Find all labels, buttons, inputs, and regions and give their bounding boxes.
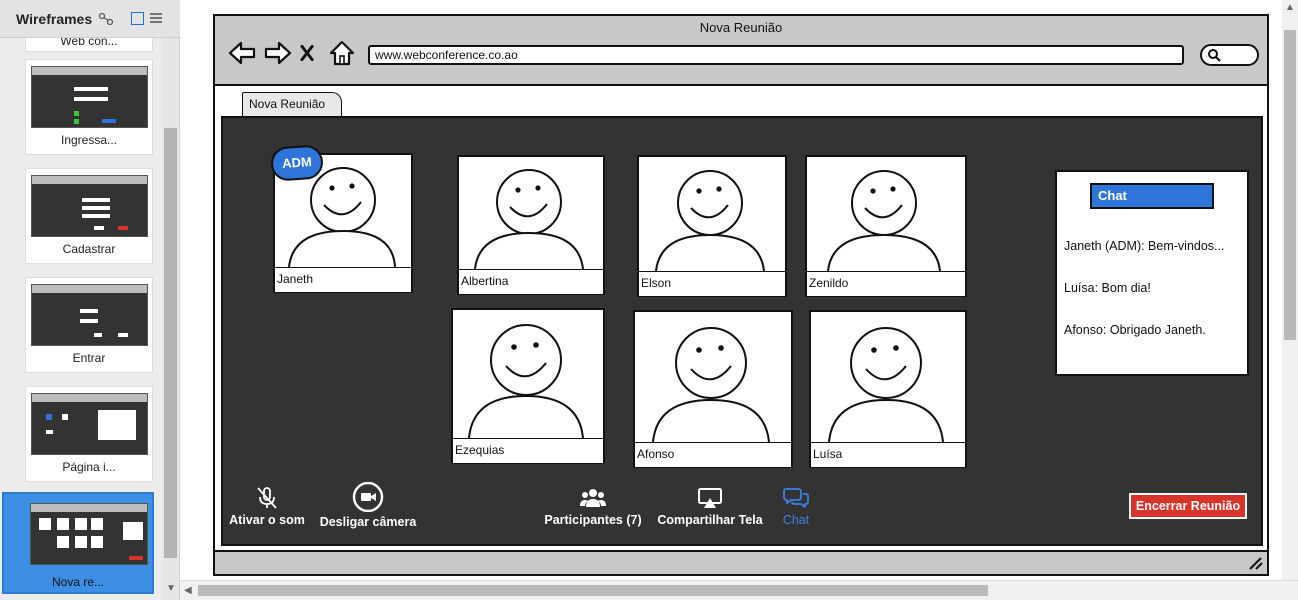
meeting-stage: Janeth ADM Albertina Elson Zenildo Ezequ…	[221, 116, 1263, 546]
chat-panel: Chat Janeth (ADM): Bem-vindos... Luísa: …	[1055, 170, 1249, 376]
browser-title: Nova Reunião	[699, 20, 783, 35]
chat-button[interactable]: Chat	[773, 486, 819, 527]
link-icon[interactable]	[98, 12, 114, 26]
avatar-smiley-icon	[828, 327, 944, 442]
participant-name: Albertina	[459, 269, 603, 294]
participant-tile-luisa[interactable]: Luísa	[809, 310, 967, 468]
panel-scrollbar-thumb[interactable]	[164, 128, 177, 558]
participant-name: Zenildo	[807, 271, 965, 296]
chat-header: Chat	[1090, 183, 1214, 209]
home-icon[interactable]	[327, 38, 357, 68]
camera-off-button[interactable]: Desligar câmera	[318, 482, 418, 529]
end-meeting-button[interactable]: Encerrar Reunião	[1129, 493, 1247, 519]
page-thumbnail-label: Web con...	[60, 38, 118, 48]
scroll-down-arrow-icon[interactable]: ▼	[166, 583, 176, 594]
resize-handle-icon[interactable]	[1247, 556, 1263, 570]
participant-tile-afonso[interactable]: Afonso	[633, 310, 793, 468]
canvas-horizontal-scrollbar-thumb[interactable]	[198, 585, 988, 596]
participant-name: Luísa	[811, 442, 965, 467]
browser-window: Nova Reunião www.webconference.co.ao Nov…	[213, 14, 1269, 576]
panel-header: Wireframes	[0, 0, 180, 38]
unmute-label: Ativar o som	[229, 513, 305, 527]
page-thumbnail-label: Página i...	[62, 460, 116, 474]
page-preview	[31, 393, 148, 455]
participants-button[interactable]: Participantes (7)	[543, 486, 643, 527]
share-screen-label: Compartilhar Tela	[657, 513, 763, 527]
canvas-horizontal-scrollbar[interactable]: ◀	[180, 580, 1298, 600]
page-thumbnail-entrar[interactable]: Entrar	[25, 277, 153, 373]
page-preview	[31, 284, 148, 346]
chat-label: Chat	[782, 513, 810, 527]
forward-arrow-icon[interactable]	[263, 38, 293, 68]
panel-title: Wireframes	[16, 11, 93, 27]
participant-tile-albertina[interactable]: Albertina	[457, 155, 605, 295]
participant-tile-zenildo[interactable]: Zenildo	[805, 155, 967, 297]
scroll-up-arrow-icon[interactable]: ▲	[1285, 2, 1295, 13]
participant-tile-ezequias[interactable]: Ezequias	[451, 308, 605, 464]
participant-tile-elson[interactable]: Elson	[637, 155, 787, 297]
canvas-vertical-scrollbar-thumb[interactable]	[1284, 30, 1296, 340]
participant-name: Afonso	[635, 442, 791, 467]
stop-x-icon[interactable]	[299, 38, 321, 68]
page-thumbnail-nova-reuniao[interactable]: Nova re...	[2, 492, 154, 594]
users-group-icon	[580, 489, 606, 507]
page-thumbnail-label: Entrar	[72, 351, 106, 365]
screen-share-icon	[698, 488, 722, 508]
canvas-vertical-scrollbar[interactable]: ▲	[1282, 0, 1298, 580]
page-thumbnail-cadastrar[interactable]: Cadastrar	[25, 168, 153, 264]
page-thumbnail-pagina-inicial[interactable]: Página i...	[25, 386, 153, 482]
avatar-smiley-icon	[474, 169, 584, 269]
chat-message: Luísa: Bom dia!	[1064, 281, 1151, 295]
page-thumbnail-list: Web con... Ingressa... Cadastrar Entrar …	[0, 38, 162, 600]
participant-name: Janeth	[275, 267, 411, 292]
page-thumbnail-web-conference[interactable]: Web con...	[25, 38, 153, 52]
unmute-button[interactable]: Ativar o som	[229, 486, 305, 527]
avatar-smiley-icon	[827, 170, 941, 271]
page-thumbnail-label: Ingressa...	[60, 133, 118, 147]
camera-off-label: Desligar câmera	[319, 515, 417, 529]
admin-badge: ADM	[269, 144, 325, 182]
avatar-smiley-icon	[655, 170, 765, 271]
panel-scrollbar[interactable]: ▼	[162, 38, 179, 600]
tab-nova-reuniao[interactable]: Nova Reunião	[242, 92, 342, 116]
chat-message: Janeth (ADM): Bem-vindos...	[1064, 239, 1225, 253]
search-icon	[1208, 49, 1221, 62]
thumbnail-view-icon[interactable]	[131, 12, 144, 25]
chat-bubbles-icon	[783, 488, 809, 508]
design-canvas: Nova Reunião www.webconference.co.ao Nov…	[180, 0, 1298, 600]
page-thumbnail-ingressar[interactable]: Ingressa...	[25, 59, 153, 155]
microphone-muted-icon	[257, 487, 277, 509]
url-input[interactable]: www.webconference.co.ao	[368, 45, 1184, 65]
page-preview	[31, 175, 148, 237]
page-preview	[30, 503, 148, 565]
participants-label: Participantes (7)	[544, 513, 642, 527]
page-thumbnail-label: Nova re...	[52, 575, 105, 589]
browser-toolbar: Nova Reunião www.webconference.co.ao	[215, 16, 1267, 86]
browser-status-bar	[215, 550, 1267, 574]
wireframes-panel: Wireframes Web con... Ingressa... Cadast…	[0, 0, 180, 600]
participant-name: Elson	[639, 271, 785, 296]
list-view-icon[interactable]	[150, 12, 162, 24]
browser-search-field[interactable]	[1200, 44, 1259, 66]
share-screen-button[interactable]: Compartilhar Tela	[655, 486, 765, 527]
page-preview	[31, 66, 148, 128]
page-thumbnail-label: Cadastrar	[62, 242, 116, 256]
participant-name: Ezequias	[453, 438, 603, 463]
avatar-smiley-icon	[652, 327, 770, 442]
video-camera-icon	[352, 482, 384, 512]
chat-message: Afonso: Obrigado Janeth.	[1064, 323, 1206, 337]
back-arrow-icon[interactable]	[227, 38, 257, 68]
scroll-left-arrow-icon[interactable]: ◀	[184, 585, 192, 596]
avatar-smiley-icon	[468, 324, 584, 438]
